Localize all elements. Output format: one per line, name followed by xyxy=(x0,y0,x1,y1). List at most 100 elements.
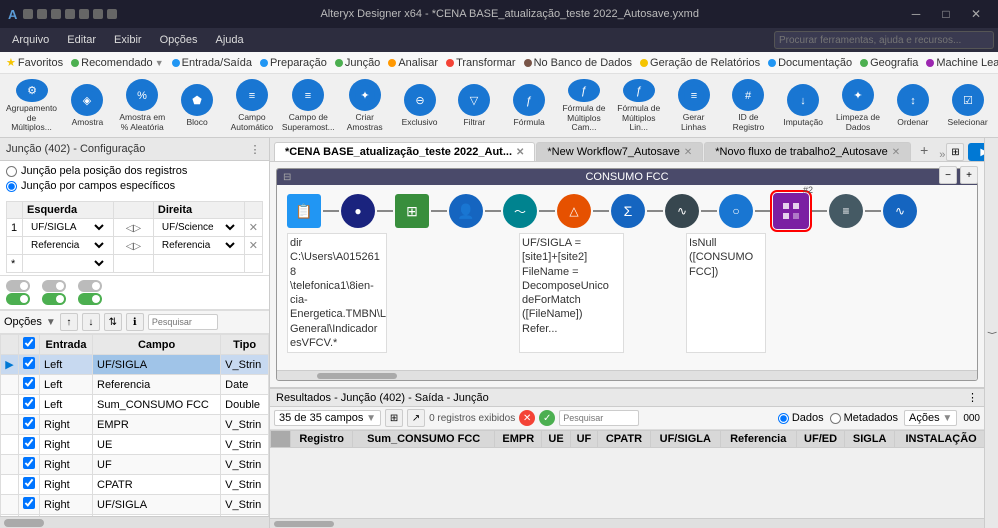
right-toggle-switch2[interactable] xyxy=(78,293,102,305)
menu-opcoes[interactable]: Opções xyxy=(152,32,206,48)
tool-id-registro[interactable]: # ID de Registro xyxy=(722,77,775,135)
node-sigma[interactable]: Σ xyxy=(611,194,645,228)
field-checkbox-2[interactable] xyxy=(23,397,35,409)
quick-save-icon[interactable] xyxy=(23,9,33,19)
fav-favoritos[interactable]: ★ Favoritos xyxy=(6,56,63,69)
fav-transformar[interactable]: Transformar xyxy=(446,57,516,69)
tool-ordenar[interactable]: ↕ Ordenar xyxy=(886,77,939,135)
fav-relatorios[interactable]: Geração de Relatórios xyxy=(640,57,760,69)
tool-formula-multiplos-lin[interactable]: ƒ Fórmula de Múltiplos Lin... xyxy=(612,77,665,135)
fav-preparacao[interactable]: Preparação xyxy=(260,57,327,69)
menu-editar[interactable]: Editar xyxy=(59,32,104,48)
field-checkbox-1[interactable] xyxy=(23,377,35,389)
acoes-btn[interactable]: Ações ▼ xyxy=(904,410,957,426)
sort-btn[interactable]: ⇅ xyxy=(104,313,122,331)
add-tab-button[interactable]: + xyxy=(912,139,936,161)
results-search-input[interactable] xyxy=(559,410,639,426)
field-checkbox-3[interactable] xyxy=(23,417,35,429)
tool-amostra-aleatoria[interactable]: % Amostra em % Aleatória xyxy=(116,77,169,135)
results-h-scroll[interactable] xyxy=(270,518,984,528)
row-checkbox-0[interactable] xyxy=(19,355,40,375)
join-del-2[interactable]: ✕ xyxy=(244,237,262,255)
fav-ml[interactable]: Machine Learning xyxy=(926,57,998,69)
zoom-out-btn[interactable]: − xyxy=(939,166,957,184)
node-table[interactable]: ⊞ xyxy=(395,194,429,228)
search-input[interactable] xyxy=(774,31,994,49)
tab-new-workflow7[interactable]: *New Workflow7_Autosave ✕ xyxy=(536,142,703,161)
tool-campo-auto[interactable]: ≡ Campo Automático xyxy=(225,77,278,135)
panel-menu-icon[interactable]: ⋮ xyxy=(247,141,263,157)
tool-criar-amostras[interactable]: ✦ Criar Amostras xyxy=(338,77,391,135)
metadados-radio-label[interactable]: Metadados xyxy=(830,412,898,424)
row-checkbox-7[interactable] xyxy=(19,495,40,515)
join-left-select-2[interactable]: Referencia xyxy=(27,239,107,252)
minimize-button[interactable]: ─ xyxy=(902,4,930,24)
join-left-select-3[interactable] xyxy=(27,257,107,270)
tab-cena-base[interactable]: *CENA BASE_atualização_teste 2022_Aut...… xyxy=(274,142,535,161)
tab-novo-fluxo-close[interactable]: ✕ xyxy=(892,147,900,158)
field-checkbox-7[interactable] xyxy=(23,497,35,509)
row-checkbox-4[interactable] xyxy=(19,435,40,455)
tool-filtrar[interactable]: ▽ Filtrar xyxy=(448,77,501,135)
node-12[interactable]: ∿ xyxy=(883,194,917,228)
select-all-checkbox[interactable] xyxy=(23,337,35,349)
quick-icon4[interactable] xyxy=(65,9,75,19)
options-chevron[interactable]: ▼ xyxy=(46,317,56,328)
tool-campo-super[interactable]: ≡ Campo de Superamost... xyxy=(280,77,336,135)
row-checkbox-6[interactable] xyxy=(19,475,40,495)
tool-agrupamento[interactable]: ⚙ Agrupamento de Múltiplos... xyxy=(4,77,59,135)
node-curve[interactable]: ∿ xyxy=(665,194,699,228)
radio-join-pos[interactable] xyxy=(6,166,17,177)
undo-icon[interactable] xyxy=(93,9,103,19)
dados-radio[interactable] xyxy=(778,413,789,424)
fav-analisar[interactable]: Analisar xyxy=(388,57,438,69)
more-tabs-icon[interactable]: » xyxy=(939,149,945,161)
recomendado-expand[interactable]: ▼ xyxy=(155,58,164,68)
row-checkbox-3[interactable] xyxy=(19,415,40,435)
fav-entrada-saida[interactable]: Entrada/Saída xyxy=(172,57,252,69)
results-export-btn[interactable]: ↗ xyxy=(407,409,425,427)
maximize-button[interactable]: □ xyxy=(932,4,960,24)
node-dark[interactable]: ● xyxy=(341,194,375,228)
node-input[interactable]: 📋 xyxy=(287,194,321,228)
node-11[interactable]: ≡ xyxy=(829,194,863,228)
join-right-select-2[interactable]: Referencia xyxy=(158,239,238,252)
redo-icon[interactable] xyxy=(107,9,117,19)
quick-open-icon[interactable] xyxy=(37,9,47,19)
tool-bloco[interactable]: ⬟ Bloco xyxy=(171,77,224,135)
left-toggle-switch[interactable] xyxy=(6,280,30,292)
results-copy-btn[interactable]: ⊞ xyxy=(385,409,403,427)
field-checkbox-6[interactable] xyxy=(23,477,35,489)
field-checkbox-5[interactable] xyxy=(23,457,35,469)
move-up-btn[interactable]: ↑ xyxy=(60,313,78,331)
tool-exclusivo[interactable]: ⊖ Exclusivo xyxy=(393,77,446,135)
left-toggle-switch2[interactable] xyxy=(6,293,30,305)
layout-btn[interactable]: ⊞ xyxy=(946,143,964,161)
info-btn[interactable]: ℹ xyxy=(126,313,144,331)
canvas-h-scroll[interactable] xyxy=(277,370,977,380)
close-button[interactable]: ✕ xyxy=(962,4,990,24)
quick-icon3[interactable] xyxy=(51,9,61,19)
menu-ajuda[interactable]: Ajuda xyxy=(207,32,251,48)
right-toggle-switch[interactable] xyxy=(78,280,102,292)
dados-radio-label[interactable]: Dados xyxy=(778,412,824,424)
fav-geografia[interactable]: Geografia xyxy=(860,57,918,69)
node-blue-circle[interactable]: ○ xyxy=(719,194,753,228)
tool-formula-multiplos-cam[interactable]: ƒ Fórmula de Múltiplos Cam... xyxy=(558,77,611,135)
node-wave[interactable]: 〜 xyxy=(503,194,537,228)
join-toggle-switch[interactable] xyxy=(42,280,66,292)
row-checkbox-1[interactable] xyxy=(19,375,40,395)
success-btn[interactable]: ✓ xyxy=(539,410,555,426)
fav-juncao[interactable]: Junção xyxy=(335,57,380,69)
fav-banco-dados[interactable]: No Banco de Dados xyxy=(524,57,632,69)
table-h-scroll[interactable] xyxy=(0,516,269,528)
join-left-select-1[interactable]: UF/SIGLA xyxy=(27,221,107,234)
error-btn[interactable]: ✕ xyxy=(519,410,535,426)
tool-amostra[interactable]: ◈ Amostra xyxy=(61,77,114,135)
fav-recomendado[interactable]: Recomendado ▼ xyxy=(71,57,163,69)
field-checkbox-0[interactable] xyxy=(23,357,35,369)
tool-formula[interactable]: ƒ Fórmula xyxy=(503,77,556,135)
row-checkbox-5[interactable] xyxy=(19,455,40,475)
run-button[interactable]: Executar xyxy=(968,143,984,161)
node-triangle[interactable]: △ xyxy=(557,194,591,228)
